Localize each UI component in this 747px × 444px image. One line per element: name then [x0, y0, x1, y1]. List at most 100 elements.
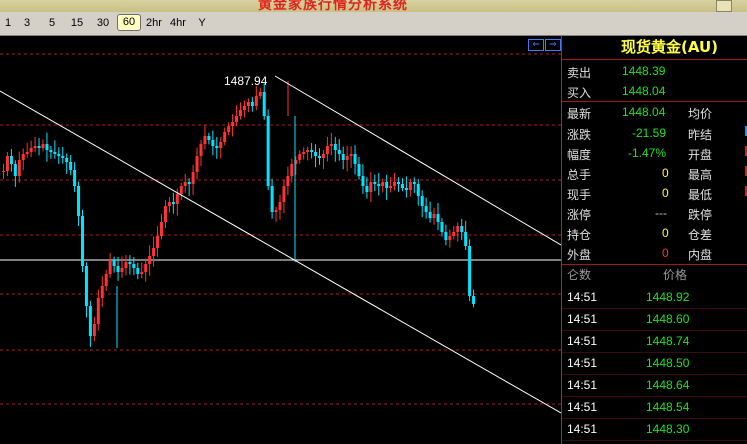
- tick-row-divider: [562, 308, 747, 309]
- window-control-button[interactable]: [716, 0, 732, 12]
- candle-body: [278, 202, 282, 210]
- candle-body: [318, 156, 321, 158]
- candle-body: [156, 236, 160, 248]
- instrument-name: 现货黄金(AU): [621, 38, 719, 56]
- window-title-bar: 黄金家族行情分析系统: [0, 0, 747, 12]
- tick-time: 14:51: [567, 356, 598, 370]
- candle-body: [100, 286, 104, 298]
- sell-label: 卖出: [567, 66, 592, 80]
- candle-body: [381, 182, 385, 186]
- tick-qty-header: 仑数: [567, 268, 592, 282]
- candle-body: [325, 146, 329, 154]
- candle-body: [286, 176, 290, 186]
- candle-body: [448, 236, 452, 240]
- candle-body: [337, 150, 341, 154]
- period-button-2hr[interactable]: 2hr: [143, 15, 165, 31]
- candle-body: [88, 306, 92, 336]
- candle-body: [219, 142, 223, 148]
- tick-row-divider: [562, 396, 747, 397]
- tick-row-divider: [562, 330, 747, 331]
- total-value: 0: [662, 166, 669, 180]
- candle-body: [5, 156, 9, 171]
- tick-time: 14:51: [567, 334, 598, 348]
- candle-body: [84, 266, 88, 306]
- candle-body: [9, 156, 13, 164]
- period-button-60[interactable]: 60: [117, 14, 141, 31]
- candle-body: [124, 262, 128, 268]
- pct-label: 幅度: [567, 148, 592, 162]
- candle-body: [73, 170, 77, 186]
- candle-body: [400, 184, 404, 188]
- period-button-15[interactable]: 15: [66, 15, 88, 31]
- tick-row-divider: [562, 352, 747, 353]
- candle-body: [329, 144, 333, 146]
- candle-body: [227, 126, 231, 132]
- candle-body: [452, 232, 456, 236]
- candle-body: [302, 152, 306, 154]
- candle-body: [171, 202, 175, 204]
- outer-label: 外盘: [567, 248, 592, 262]
- open-label: 开盘: [688, 148, 713, 162]
- candle-body: [175, 194, 179, 204]
- candle-body: [270, 186, 274, 212]
- candle-body: [132, 264, 136, 268]
- candle-body: [393, 182, 397, 186]
- sell-price: 1448.39: [622, 64, 666, 78]
- tick-price-header: 价格: [663, 268, 688, 282]
- avg-label: 均价: [688, 107, 713, 121]
- left-arrow-icon[interactable]: ⇐: [528, 39, 544, 51]
- candle-body: [258, 92, 262, 96]
- candle-body: [128, 262, 132, 264]
- right-arrow-icon[interactable]: ⇒: [545, 39, 561, 51]
- candle-body: [242, 106, 246, 110]
- period-button-4hr[interactable]: 4hr: [167, 15, 189, 31]
- candle-body: [25, 152, 29, 154]
- candle-body: [108, 260, 112, 274]
- tick-time: 14:51: [567, 400, 598, 414]
- buy-price: 1448.04: [622, 84, 666, 98]
- candle-body: [144, 264, 148, 272]
- tick-price: 1448.54: [646, 400, 690, 414]
- period-button-3[interactable]: 3: [19, 15, 35, 31]
- candle-body: [92, 324, 96, 336]
- candle-body: [440, 222, 444, 232]
- candle-body: [472, 296, 476, 304]
- candle-body: [21, 154, 25, 160]
- candle-body: [160, 222, 163, 236]
- candle-body: [306, 150, 310, 152]
- quote-panel: ⇐ ⇒ 现货黄金(AU) 卖出 1448.39 买入 1448.04 最新 14…: [528, 36, 747, 444]
- candle-body: [464, 232, 468, 246]
- candle-body: [207, 136, 211, 140]
- candle-body: [77, 186, 81, 216]
- candle-body: [314, 152, 318, 156]
- last-price: 1448.04: [622, 105, 666, 119]
- candle-body: [254, 96, 258, 106]
- period-button-y[interactable]: Y: [195, 15, 209, 31]
- candle-body: [408, 182, 412, 190]
- period-button-30[interactable]: 30: [92, 15, 114, 31]
- candle-body: [468, 246, 472, 296]
- candle-body: [223, 132, 227, 142]
- candle-body: [136, 268, 140, 274]
- change-value: -21.59: [632, 126, 667, 140]
- high-label: 最高: [688, 168, 713, 182]
- tick-time: 14:51: [567, 312, 598, 326]
- trend-line-upper: [274, 75, 561, 246]
- tick-time: 14:51: [567, 422, 598, 436]
- candle-body: [140, 272, 144, 274]
- candle-body: [456, 226, 460, 232]
- period-button-1[interactable]: 1: [0, 15, 16, 31]
- tick-price: 1448.74: [646, 334, 690, 348]
- candle-body: [432, 214, 436, 218]
- candlestick-chart[interactable]: 1487.94: [0, 36, 561, 444]
- limit-up-value: ---: [655, 206, 667, 220]
- last-label: 最新: [567, 107, 592, 121]
- period-button-5[interactable]: 5: [44, 15, 60, 31]
- candle-body: [116, 266, 120, 272]
- candle-body: [65, 158, 69, 162]
- candle-body: [33, 146, 37, 148]
- candle-body: [420, 196, 424, 206]
- candle-body: [235, 116, 239, 122]
- candle-body: [246, 102, 250, 106]
- oi-diff-label: 仓差: [688, 228, 713, 242]
